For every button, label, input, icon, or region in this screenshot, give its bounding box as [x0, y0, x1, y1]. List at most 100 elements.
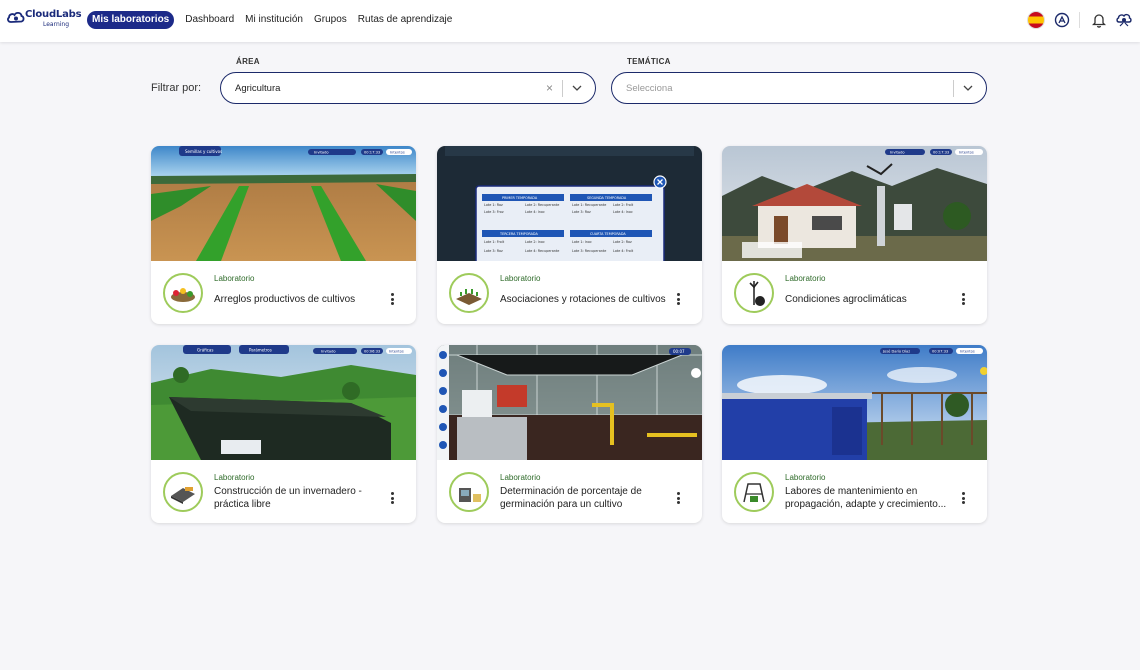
nav-item-mis-laboratorios[interactable]: Mis laboratorios: [87, 11, 175, 29]
lab-avatar: [163, 472, 203, 512]
season-cell: Lote 2: Recuperante: [525, 203, 559, 207]
select-divider: [953, 80, 954, 97]
lab-card[interactable]: Gráficas Parámetros Invitado 00:06:33 In…: [151, 345, 416, 523]
area-select-value: Agricultura: [235, 83, 281, 94]
lab-card[interactable]: Invitado 00:17:33 Intentos Laboratorio C…: [722, 146, 987, 324]
lab-thumbnail-image[interactable]: Gráficas Parámetros Invitado 00:06:33 In…: [151, 345, 416, 460]
hud-badge-label: Invitado: [890, 151, 905, 155]
hud-menu-label: Gráficas: [197, 348, 213, 353]
season-cell: Lote 1: Inoc: [572, 240, 592, 244]
hud-badge-label: José Darío Díaz: [882, 350, 910, 354]
hud-timer-label: 00:17:33: [364, 151, 380, 155]
area-select[interactable]: Agricultura ×: [220, 72, 596, 104]
lab-type-label: Laboratorio: [214, 473, 255, 482]
area-field-label: ÁREA: [236, 57, 260, 66]
lab-card[interactable]: PRIMER TEMPORADA Lote 1: Roz Lote 2: Rec…: [437, 146, 702, 324]
brand-name: CloudLabs: [25, 9, 82, 20]
spain-flag-icon[interactable]: [1027, 11, 1045, 29]
lab-card[interactable]: 00:07 Laboratorio Determinación de porce…: [437, 345, 702, 523]
hud-badge-label: Invitado: [314, 151, 329, 155]
nav-item-grupos[interactable]: Grupos: [314, 11, 347, 29]
season-cell: Lote 3: Froz: [484, 210, 504, 214]
header-divider: [1079, 12, 1080, 28]
chevron-down-icon[interactable]: [962, 82, 974, 94]
season-cell: Lote 4: Frolt: [613, 249, 634, 253]
cloudlabs-logo[interactable]: CloudLabs Learning: [7, 9, 82, 31]
lab-title[interactable]: Condiciones agroclimáticas: [785, 293, 955, 306]
hud-button-label: Intentos: [390, 151, 405, 155]
lab-type-label: Laboratorio: [500, 274, 541, 283]
lab-title[interactable]: Construcción de un invernadero - práctic…: [214, 485, 384, 511]
lab-avatar: [734, 273, 774, 313]
season-title: PRIMER TEMPORADA: [502, 196, 538, 200]
lab-thumbnail-image[interactable]: 00:07: [437, 345, 702, 460]
lab-title[interactable]: Labores de mantenimiento en propagación,…: [785, 485, 955, 511]
season-cell: Lote 2: Roz: [613, 240, 632, 244]
lab-type-label: Laboratorio: [785, 473, 826, 482]
season-cell: Lote 2: Frolt: [613, 203, 634, 207]
hud-menu-label: Semillas y cultivos: [185, 149, 222, 154]
user-menu-icon[interactable]: [1115, 11, 1133, 29]
lab-thumbnail-image[interactable]: Semillas y cultivos Invitado 00:17:33 In…: [151, 146, 416, 261]
lab-card[interactable]: José Darío Díaz 00:07:33 Intentos Labora…: [722, 345, 987, 523]
hud-timer-label: 00:07: [673, 349, 685, 354]
more-options-icon[interactable]: [956, 291, 970, 307]
season-cell: Lote 4: Recuperante: [525, 249, 559, 253]
season-cell: Lote 4: Inoc: [613, 210, 633, 214]
chevron-down-icon[interactable]: [571, 82, 583, 94]
lab-thumbnail-image[interactable]: José Darío Díaz 00:07:33 Intentos: [722, 345, 987, 460]
nav-item-dashboard[interactable]: Dashboard: [185, 11, 234, 29]
season-title: TERCERA TEMPORADA: [499, 232, 538, 236]
lab-type-label: Laboratorio: [785, 274, 826, 283]
clear-icon[interactable]: ×: [546, 81, 553, 95]
hud-button-label: Intentos: [389, 350, 404, 354]
season-cell: Lote 2: Inoc: [525, 240, 545, 244]
lab-card[interactable]: Semillas y cultivos Invitado 00:17:33 In…: [151, 146, 416, 324]
tematica-field-label: TEMÁTICA: [627, 57, 671, 66]
season-cell: Lote 4: Inoc: [525, 210, 545, 214]
season-cell: Lote 1: Roz: [484, 203, 503, 207]
nav-item-rutas-de-aprendizaje[interactable]: Rutas de aprendizaje: [358, 11, 453, 29]
lab-type-label: Laboratorio: [500, 473, 541, 482]
more-options-icon[interactable]: [671, 291, 685, 307]
lab-avatar: [734, 472, 774, 512]
lab-type-label: Laboratorio: [214, 274, 255, 283]
cloud-logo-icon: [7, 11, 25, 23]
tematica-select-placeholder: Selecciona: [626, 83, 673, 94]
season-title: CUARTA TEMPORADA: [590, 232, 626, 236]
season-cell: Lote 3: Recuperante: [572, 249, 606, 253]
hud-badge-label: Invitado: [321, 350, 336, 354]
select-divider: [562, 80, 563, 97]
lab-title[interactable]: Arreglos productivos de cultivos: [214, 293, 384, 306]
season-cell: Lote 1: Frolt: [484, 240, 505, 244]
lab-title[interactable]: Determinación de porcentaje de germinaci…: [500, 485, 670, 511]
season-title: SEGUNDA TEMPORADA: [587, 196, 627, 200]
hud-button-label: Intentos: [959, 151, 974, 155]
nav-item-mi-institucion[interactable]: Mi institución: [245, 11, 303, 29]
season-cell: Lote 3: Roz: [484, 249, 503, 253]
more-options-icon[interactable]: [671, 490, 685, 506]
season-cell: Lote 3: Roz: [572, 210, 591, 214]
lab-title[interactable]: Asociaciones y rotaciones de cultivos: [500, 293, 670, 306]
top-bar: CloudLabs Learning Mis laboratorios Dash…: [0, 0, 1140, 42]
lab-avatar: [163, 273, 203, 313]
lab-avatar: [449, 273, 489, 313]
bell-icon[interactable]: [1090, 11, 1108, 29]
brand-sub: Learning: [43, 21, 70, 28]
hud-timer-label: 00:07:33: [932, 350, 948, 354]
hud-button-label: Intentos: [960, 350, 975, 354]
hud-timer-label: 00:06:33: [364, 350, 380, 354]
lab-thumbnail-image[interactable]: Invitado 00:17:33 Intentos: [722, 146, 987, 261]
hud-timer-label: 00:17:33: [933, 151, 949, 155]
main-nav: Mis laboratorios Dashboard Mi institució…: [87, 11, 463, 29]
accessibility-icon[interactable]: [1053, 11, 1071, 29]
filter-label: Filtrar por:: [151, 82, 202, 94]
hud-menu-label: Parámetros: [249, 348, 272, 353]
lab-thumbnail-image[interactable]: PRIMER TEMPORADA Lote 1: Roz Lote 2: Rec…: [437, 146, 702, 261]
more-options-icon[interactable]: [385, 490, 399, 506]
more-options-icon[interactable]: [385, 291, 399, 307]
more-options-icon[interactable]: [956, 490, 970, 506]
season-cell: Lote 1: Recuperante: [572, 203, 606, 207]
tematica-select[interactable]: Selecciona: [611, 72, 987, 104]
lab-avatar: [449, 472, 489, 512]
